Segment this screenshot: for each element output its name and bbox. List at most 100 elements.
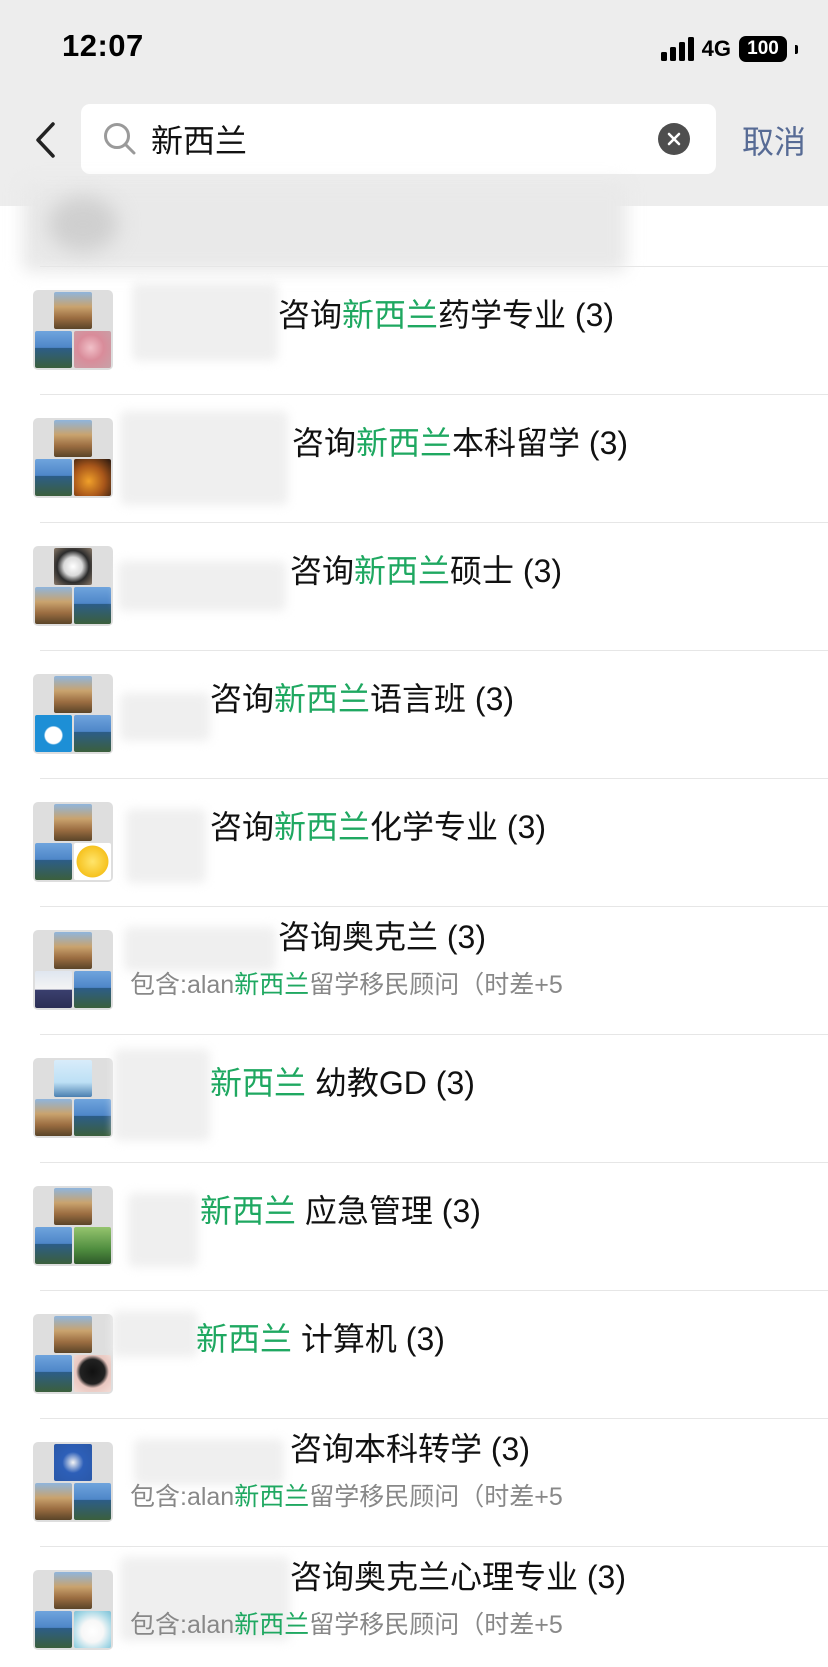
group-name: 新西兰 应急管理 (3): [200, 1189, 481, 1233]
group-name-text: 应急管理 (3): [296, 1193, 481, 1229]
group-name: 咨询新西兰化学专业 (3): [210, 805, 546, 849]
avatar-tile: [74, 843, 111, 880]
group-name: 咨询新西兰本科留学 (3): [292, 421, 628, 465]
subtitle-text: 包含:alan: [130, 1611, 235, 1639]
search-bar[interactable]: [81, 104, 716, 174]
match-highlight: 新西兰: [234, 971, 310, 999]
group-name-text: 计算机 (3): [292, 1321, 445, 1357]
avatar-tile: [35, 459, 72, 496]
battery-level: 100: [747, 38, 779, 59]
match-highlight: 新西兰: [210, 1065, 307, 1101]
group-name: 咨询新西兰硕士 (3): [290, 549, 562, 593]
avatar-tile: [54, 1572, 92, 1609]
match-highlight: 新西兰: [196, 1321, 293, 1357]
group-avatar: [33, 930, 113, 1010]
redacted-name: [114, 1049, 210, 1141]
search-result-row[interactable]: 咨询新西兰语言班 (3): [33, 650, 828, 778]
group-avatar: [33, 1058, 113, 1138]
match-highlight: 新西兰: [342, 297, 439, 333]
status-indicators: 4G 100: [660, 34, 798, 64]
group-name: 咨询新西兰语言班 (3): [210, 677, 514, 721]
chevron-left-icon: [36, 122, 55, 158]
search-input[interactable]: [151, 109, 658, 169]
cancel-button[interactable]: 取消: [742, 117, 806, 163]
redacted-avatar: [48, 196, 118, 252]
group-name-text: 咨询奥克兰 (3): [278, 919, 487, 955]
search-icon: [101, 120, 139, 158]
group-name: 咨询本科转学 (3): [290, 1427, 530, 1471]
group-name: 新西兰 计算机 (3): [196, 1317, 445, 1361]
status-time: 12:07: [62, 28, 144, 63]
avatar-tile: [54, 804, 92, 841]
subtitle-text: 包含:alan: [130, 1483, 235, 1511]
group-avatar: [33, 1314, 113, 1394]
group-name-text: 咨询奥克兰心理专业 (3): [290, 1559, 627, 1595]
match-highlight: 新西兰: [274, 681, 371, 717]
avatar-tile: [54, 292, 92, 329]
search-result-row[interactable]: 咨询新西兰硕士 (3): [33, 522, 828, 650]
back-button[interactable]: [30, 118, 60, 162]
group-name-text: 咨询: [210, 681, 275, 717]
group-avatar: [33, 802, 113, 882]
avatar-tile: [74, 1611, 111, 1648]
search-result-row[interactable]: 咨询奥克兰心理专业 (3) 包含:alan新西兰留学移民顾问（时差+5: [33, 1546, 828, 1667]
avatar-tile: [74, 459, 111, 496]
avatar-tile: [35, 1227, 72, 1264]
subtitle-text: 留学移民顾问（时差+5: [309, 971, 563, 999]
clear-search-button[interactable]: [658, 123, 690, 155]
group-avatar: [33, 1186, 113, 1266]
avatar-tile: [35, 1099, 72, 1136]
member-match-subtitle: 包含:alan新西兰留学移民顾问（时差+5: [130, 1607, 563, 1643]
search-result-row[interactable]: 咨询新西兰药学专业 (3): [33, 266, 828, 394]
avatar-tile: [54, 1444, 92, 1481]
avatar-tile: [35, 587, 72, 624]
avatar-tile: [54, 932, 92, 969]
subtitle-text: 留学移民顾问（时差+5: [309, 1611, 563, 1639]
avatar-tile: [35, 715, 72, 752]
group-name: 咨询奥克兰 (3): [278, 915, 486, 959]
group-name: 咨询奥克兰心理专业 (3): [290, 1555, 626, 1599]
avatar-tile: [54, 676, 92, 713]
group-name-text: 咨询: [278, 297, 343, 333]
group-name-text: 本科留学 (3): [452, 425, 629, 461]
search-result-row[interactable]: 咨询新西兰本科留学 (3): [33, 394, 828, 522]
avatar-tile: [35, 971, 72, 1008]
avatar-tile: [74, 587, 111, 624]
avatar-tile: [54, 1316, 92, 1353]
redacted-name: [120, 411, 288, 505]
match-highlight: 新西兰: [274, 809, 371, 845]
search-result-row[interactable]: 新西兰 幼教GD (3): [33, 1034, 828, 1162]
group-name-text: 咨询: [210, 809, 275, 845]
redacted-name: [124, 927, 276, 971]
redacted-name: [128, 1193, 198, 1267]
avatar-tile: [74, 331, 111, 368]
avatar-tile: [35, 1483, 72, 1520]
group-name-text: 咨询: [292, 425, 357, 461]
group-avatar: [33, 290, 113, 370]
group-name-text: 语言班 (3): [370, 681, 515, 717]
search-results-list: 咨询新西兰药学专业 (3) 咨询新西兰本科留学 (3) 咨询新西兰硕士 (3) 咨询新…: [0, 266, 828, 1667]
search-result-row[interactable]: 咨询本科转学 (3) 包含:alan新西兰留学移民顾问（时差+5: [33, 1418, 828, 1546]
avatar-tile: [74, 1355, 111, 1392]
search-result-row[interactable]: 新西兰 计算机 (3): [33, 1290, 828, 1418]
group-avatar: [33, 418, 113, 498]
avatar-tile: [54, 548, 92, 585]
search-result-row[interactable]: 新西兰 应急管理 (3): [33, 1162, 828, 1290]
clear-icon: [667, 132, 681, 146]
avatar-tile: [54, 420, 92, 457]
group-avatar: [33, 674, 113, 754]
avatar-tile: [74, 1099, 111, 1136]
avatar-tile: [74, 971, 111, 1008]
avatar-tile: [54, 1060, 92, 1097]
group-name-text: 化学专业 (3): [370, 809, 547, 845]
group-name-text: 咨询: [290, 553, 355, 589]
search-result-row[interactable]: 咨询新西兰化学专业 (3): [33, 778, 828, 906]
redacted-name: [112, 1311, 198, 1357]
redacted-name: [120, 693, 210, 741]
group-name-text: 咨询本科转学 (3): [290, 1431, 531, 1467]
group-avatar: [33, 546, 113, 626]
avatar-tile: [74, 1483, 111, 1520]
subtitle-text: 留学移民顾问（时差+5: [309, 1483, 563, 1511]
search-result-row[interactable]: 咨询奥克兰 (3) 包含:alan新西兰留学移民顾问（时差+5: [33, 906, 828, 1034]
cellular-signal-icon: [660, 37, 694, 61]
